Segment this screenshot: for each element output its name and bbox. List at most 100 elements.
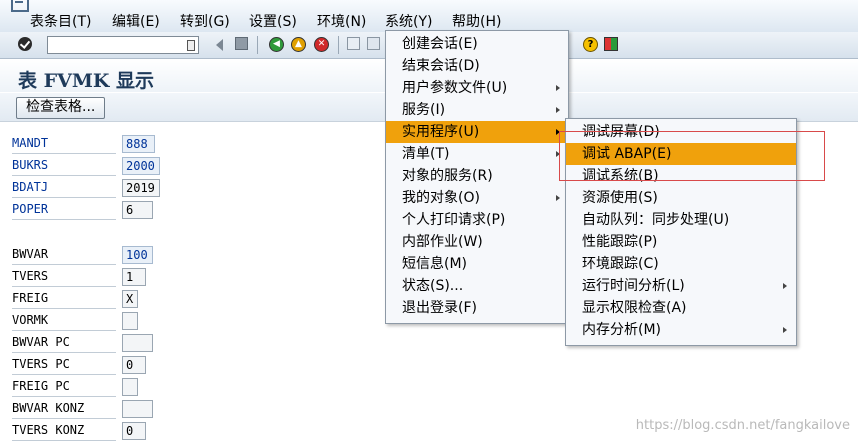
menu-item-log-off[interactable]: 退出登录(F) [386,297,568,319]
annotation-highlight-box [559,131,825,181]
save-icon[interactable] [235,37,248,50]
field-label-bwvar: BWVAR [12,247,49,261]
menu-item-auto-queue[interactable]: 自动队列：同步处理(U) [566,209,796,231]
submenu-arrow-icon [556,195,560,201]
back-arrow-icon[interactable] [216,39,223,51]
submenu-arrow-icon [556,107,560,113]
command-field[interactable] [47,36,199,54]
menu-item-services[interactable]: 服务(I) [386,99,568,121]
label-underline [12,330,116,331]
exit-icon[interactable]: ▲ [291,37,306,52]
menu-item-label: 实用程序(U) [402,124,480,140]
label-underline [12,418,116,419]
menu-item-label: 清单(T) [402,146,450,162]
label-underline [12,308,116,309]
enter-icon[interactable] [18,37,32,51]
menu-item-display-auth-check[interactable]: 显示权限检查(A) [566,297,796,319]
field-value-freig[interactable]: X [122,290,138,308]
menu-item-user-profile[interactable]: 用户参数文件(U) [386,77,568,99]
field-value-bwvar-konz[interactable] [122,400,153,418]
label-underline [12,374,116,375]
menu-item-label: 对象的服务(R) [402,168,493,184]
menu-item-memory-analysis[interactable]: 内存分析(M) [566,319,796,341]
menu-goto[interactable]: 转到(G) [180,11,230,31]
menu-edit[interactable]: 编辑(E) [112,11,160,31]
submenu-arrow-icon [783,327,787,333]
menu-item-label: 服务(I) [402,102,446,118]
app-menu-icon[interactable] [11,0,29,12]
label-underline [12,153,116,154]
menu-item-my-objects[interactable]: 我的对象(O) [386,187,568,209]
field-label-freig: FREIG [12,291,49,305]
menu-item-list[interactable]: 清单(T) [386,143,568,165]
field-value-freig-pc[interactable] [122,378,138,396]
label-underline [12,286,116,287]
field-value-bukrs[interactable]: 2000 [122,157,160,175]
menu-item-environment-trace[interactable]: 环境跟踪(C) [566,253,796,275]
field-label-freig-pc: FREIG PC [12,379,70,393]
menu-item-status[interactable]: 状态(S)... [386,275,568,297]
menu-item-label: 创建会话(E) [402,36,478,52]
menu-item-runtime-analysis[interactable]: 运行时间分析(L) [566,275,796,297]
menu-item-resource-usage[interactable]: 资源使用(S) [566,187,796,209]
field-label-poper: POPER [12,202,49,216]
menu-item-label: 我的对象(O) [402,190,480,206]
menu-item-object-services[interactable]: 对象的服务(R) [386,165,568,187]
system-menu-dropdown: 创建会话(E) 结束会话(D) 用户参数文件(U) 服务(I) 实用程序(U) … [385,30,569,324]
menu-item-create-session[interactable]: 创建会话(E) [386,33,568,55]
field-label-vormk: VORMK [12,313,49,327]
menu-item-label: 用户参数文件(U) [402,80,508,96]
field-value-mandt[interactable]: 888 [122,135,155,153]
menu-item-label: 结束会话(D) [402,58,480,74]
command-input[interactable] [48,37,184,53]
menu-system[interactable]: 系统(Y) [385,11,432,31]
menu-item-own-jobs[interactable]: 内部作业(W) [386,231,568,253]
field-label-bdatj: BDATJ [12,180,49,194]
dropdown-icon[interactable] [187,40,195,51]
menu-item-label: 显示权限检查(A) [582,300,687,316]
menu-item-performance-trace[interactable]: 性能跟踪(P) [566,231,796,253]
help-icon[interactable]: ? [583,37,598,52]
field-value-tvers[interactable]: 1 [122,268,146,286]
menu-item-label: 内存分析(M) [582,322,662,338]
field-value-bwvar[interactable]: 100 [122,246,153,264]
field-label-tvers-pc: TVERS PC [12,357,70,371]
page-title: 表 FVMK 显示 [18,70,155,92]
check-table-button[interactable]: 检查表格... [16,97,106,119]
menu-item-label: 内部作业(W) [402,234,483,250]
back-icon[interactable]: ◀ [269,37,284,52]
field-value-tvers-konz[interactable]: 0 [122,422,146,440]
layout-menu-icon[interactable] [604,37,618,51]
field-value-bdatj[interactable]: 2019 [122,179,160,197]
menu-help[interactable]: 帮助(H) [452,11,501,31]
menu-item-label: 状态(S)... [402,278,464,294]
find-icon[interactable] [367,37,380,50]
menu-item-label: 资源使用(S) [582,190,658,206]
field-label-bwvar-konz: BWVAR KONZ [12,401,85,415]
label-underline [12,396,116,397]
cancel-icon[interactable]: ✕ [314,37,329,52]
menu-settings[interactable]: 设置(S) [249,11,297,31]
menu-item-end-session[interactable]: 结束会话(D) [386,55,568,77]
print-icon[interactable] [347,37,360,50]
submenu-arrow-icon [556,85,560,91]
menu-item-own-spool-requests[interactable]: 个人打印请求(P) [386,209,568,231]
label-underline [12,352,116,353]
submenu-arrow-icon [783,283,787,289]
label-underline [12,175,116,176]
menu-item-short-message[interactable]: 短信息(M) [386,253,568,275]
field-label-bwvar-pc: BWVAR PC [12,335,70,349]
toolbar-separator [257,36,258,54]
menu-environment[interactable]: 环境(N) [317,11,366,31]
field-value-tvers-pc[interactable]: 0 [122,356,146,374]
field-label-tvers: TVERS [12,269,49,283]
menu-item-utilities[interactable]: 实用程序(U) [386,121,568,143]
menu-item-label: 环境跟踪(C) [582,256,659,272]
field-value-vormk[interactable] [122,312,138,330]
menu-table-entry[interactable]: 表条目(T) [30,11,91,31]
field-label-tvers-konz: TVERS KONZ [12,423,85,437]
menu-item-label: 个人打印请求(P) [402,212,506,228]
menu-item-label: 退出登录(F) [402,300,477,316]
field-value-poper[interactable]: 6 [122,201,153,219]
field-value-bwvar-pc[interactable] [122,334,153,352]
